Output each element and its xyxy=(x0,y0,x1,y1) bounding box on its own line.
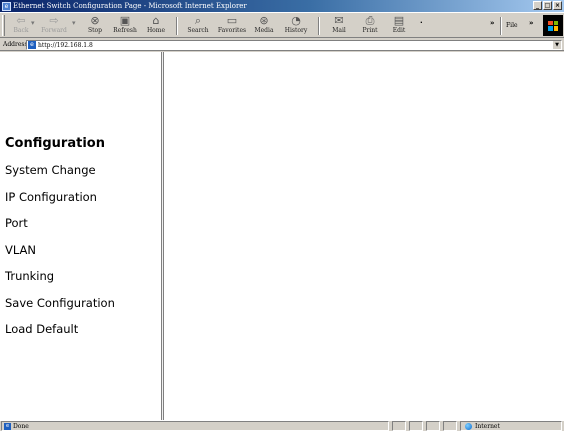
print-icon: ⎙ xyxy=(365,14,375,27)
back-dropdown-icon[interactable]: ▾ xyxy=(31,19,35,27)
favorites-label: Favorites xyxy=(217,27,247,34)
edit-icon: ▤ xyxy=(393,14,405,27)
forward-label: Forward xyxy=(41,27,67,34)
browser-toolbar: ⇦ Back ▾ ⇨ Forward ▾ ⊗ Stop ▣ Refresh ⌂ … xyxy=(0,12,564,38)
favorites-icon: ▭ xyxy=(226,14,238,27)
history-button[interactable]: ◔ History xyxy=(282,14,310,38)
back-button[interactable]: ⇦ Back xyxy=(9,14,33,38)
media-label: Media xyxy=(254,27,274,34)
browser-content: Configuration System Change IP Configura… xyxy=(0,52,564,420)
main-frame xyxy=(165,52,564,420)
ie-icon: e xyxy=(2,1,11,11)
toolbar-overflow-chevron[interactable]: » xyxy=(490,19,495,27)
window-title-bar: e Ethernet Switch Configuration Page - M… xyxy=(0,0,564,12)
toolbar-separator xyxy=(318,17,320,35)
history-icon: ◔ xyxy=(291,14,301,27)
history-label: History xyxy=(284,27,308,34)
home-label: Home xyxy=(146,27,166,34)
done-page-icon: e xyxy=(4,422,11,430)
nav-link-port[interactable]: Port xyxy=(5,215,115,242)
search-icon: ⌕ xyxy=(194,14,202,27)
print-button[interactable]: ⎙ Print xyxy=(358,14,382,38)
favorites-button[interactable]: ▭ Favorites xyxy=(216,14,248,38)
status-pane xyxy=(426,421,440,431)
zone-text: Internet xyxy=(475,422,500,430)
stop-label: Stop xyxy=(88,27,102,34)
config-nav: Configuration System Change IP Configura… xyxy=(5,136,115,348)
media-button[interactable]: ⊛ Media xyxy=(252,14,276,38)
refresh-icon: ▣ xyxy=(119,14,131,27)
status-text: Done xyxy=(13,422,29,430)
page-icon: e xyxy=(28,41,36,49)
home-button[interactable]: ⌂ Home xyxy=(144,14,168,38)
minimize-button[interactable]: _ xyxy=(533,1,542,10)
refresh-label: Refresh xyxy=(113,27,137,34)
frame-divider[interactable] xyxy=(162,52,164,420)
security-zone: Internet xyxy=(460,421,562,431)
stop-button[interactable]: ⊗ Stop xyxy=(84,14,106,38)
nav-link-save-configuration[interactable]: Save Configuration xyxy=(5,295,115,322)
navigation-frame: Configuration System Change IP Configura… xyxy=(0,52,162,420)
forward-arrow-icon: ⇨ xyxy=(49,14,59,27)
status-main-pane: e Done xyxy=(1,421,389,431)
toolbar-dropdown-icon[interactable]: · xyxy=(420,19,423,27)
toolbar-grip[interactable] xyxy=(2,15,5,36)
nav-link-load-default[interactable]: Load Default xyxy=(5,321,115,348)
search-label: Search xyxy=(187,27,209,34)
window-controls: _ □ × xyxy=(533,1,562,10)
address-field[interactable]: e http://192.168.1.8 ▼ xyxy=(26,40,562,50)
nav-link-system-change[interactable]: System Change xyxy=(5,162,115,189)
nav-link-ip-configuration[interactable]: IP Configuration xyxy=(5,189,115,216)
edit-button[interactable]: ▤ Edit xyxy=(388,14,410,38)
nav-link-trunking[interactable]: Trunking xyxy=(5,268,115,295)
print-label: Print xyxy=(362,27,378,34)
mail-button[interactable]: ✉ Mail xyxy=(327,14,351,38)
menu-overflow-chevron[interactable]: » xyxy=(529,19,534,27)
status-pane xyxy=(409,421,423,431)
back-arrow-icon: ⇦ xyxy=(16,14,26,27)
nav-link-vlan[interactable]: VLAN xyxy=(5,242,115,269)
refresh-button[interactable]: ▣ Refresh xyxy=(111,14,139,38)
address-url[interactable]: http://192.168.1.8 xyxy=(38,42,93,49)
mail-label: Mail xyxy=(332,27,346,34)
maximize-button[interactable]: □ xyxy=(543,1,552,10)
media-icon: ⊛ xyxy=(259,14,269,27)
stop-icon: ⊗ xyxy=(90,14,100,27)
globe-icon xyxy=(465,422,472,430)
address-bar: Address e http://192.168.1.8 ▼ xyxy=(0,39,564,51)
file-menu[interactable]: File xyxy=(506,22,518,29)
address-dropdown-icon[interactable]: ▼ xyxy=(553,41,561,49)
toolbar-separator xyxy=(500,17,502,35)
nav-heading: Configuration xyxy=(5,136,105,151)
edit-label: Edit xyxy=(392,27,406,34)
windows-logo-icon xyxy=(543,15,563,36)
search-button[interactable]: ⌕ Search xyxy=(184,14,212,38)
window-title: Ethernet Switch Configuration Page - Mic… xyxy=(13,2,247,10)
status-pane xyxy=(392,421,406,431)
forward-dropdown-icon[interactable]: ▾ xyxy=(72,19,76,27)
status-bar: e Done Internet xyxy=(0,420,564,431)
toolbar-separator xyxy=(176,17,178,35)
home-icon: ⌂ xyxy=(152,14,160,27)
close-button[interactable]: × xyxy=(553,1,562,10)
address-label: Address xyxy=(3,41,28,48)
forward-button[interactable]: ⇨ Forward xyxy=(38,14,70,38)
mail-icon: ✉ xyxy=(334,14,344,27)
status-pane xyxy=(443,421,457,431)
back-label: Back xyxy=(13,27,29,34)
